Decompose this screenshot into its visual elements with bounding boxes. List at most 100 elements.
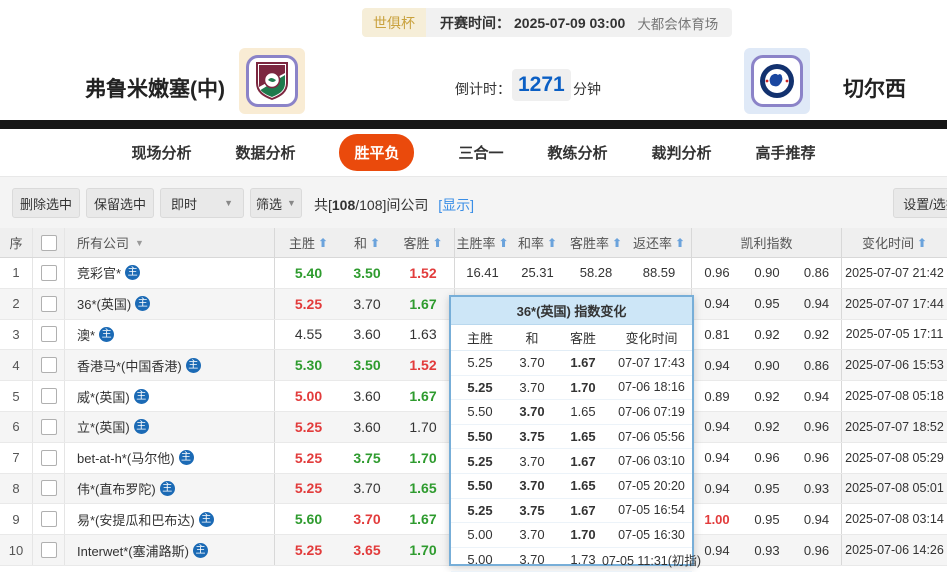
home-team-name: 弗鲁米嫩塞(中) — [85, 78, 225, 101]
company-name: 澳* — [77, 327, 96, 343]
kelly-away-value: 0.93 — [792, 473, 842, 504]
company-badge-icon: 主 — [125, 265, 141, 281]
row-checkbox[interactable] — [40, 357, 57, 374]
row-checkbox[interactable] — [40, 418, 57, 435]
header-return-rate[interactable]: 返还率 ⬆ — [627, 228, 692, 257]
company-cell[interactable]: 香港马*(中国香港) 主 — [65, 350, 275, 381]
popup-header-row: 主胜 和 客胜 变化时间 — [451, 325, 692, 351]
row-seq: 8 — [0, 473, 33, 504]
popup-away-odds: 1.70 — [570, 379, 596, 395]
nav-tab-教练分析[interactable]: 教练分析 — [548, 142, 608, 163]
popup-away-odds: 1.67 — [570, 355, 596, 371]
popup-draw-odds: 3.70 — [519, 355, 545, 371]
company-cell[interactable]: 36*(英国) 主 — [65, 288, 275, 319]
popup-away-odds: 1.65 — [570, 404, 596, 420]
company-cell[interactable]: bet-at-h*(马尔他) 主 — [65, 442, 275, 473]
popup-header-draw: 和 — [525, 331, 539, 346]
company-cell[interactable]: 立*(英国) 主 — [65, 411, 275, 442]
header-change-time[interactable]: 变化时间 ⬆ — [842, 228, 947, 257]
row-checkbox-cell — [33, 381, 65, 411]
kelly-draw-value: 0.92 — [754, 419, 780, 435]
home-odds-value: 4.55 — [294, 326, 323, 343]
row-checkbox[interactable] — [40, 511, 57, 528]
change-time-value: 2025-07-07 18:52 — [845, 419, 944, 434]
select-all-checkbox[interactable] — [40, 234, 57, 251]
popup-change-time: 07-06 05:56 — [618, 429, 685, 444]
sort-asc-icon: ⬆ — [317, 235, 329, 250]
header-draw-rate[interactable]: 和率 ⬆ — [510, 228, 565, 257]
company-name: 竞彩官* — [77, 266, 122, 282]
row-checkbox[interactable] — [40, 542, 57, 559]
odds-time-dropdown-label: 即时 — [171, 196, 198, 212]
home-odds-value: 5.60 — [294, 511, 323, 528]
home-odds-value: 5.25 — [294, 480, 323, 497]
kelly-home-value: 0.94 — [704, 419, 730, 435]
away-odds-value: 1.52 — [392, 258, 455, 288]
header-home-rate[interactable]: 主胜率 ⬆ — [455, 228, 510, 257]
popup-row: 5.50 3.75 1.65 07-06 05:56 — [451, 425, 692, 450]
popup-home-odds: 5.25 — [467, 379, 493, 395]
delete-selected-button[interactable]: 删除选中 — [12, 188, 80, 218]
row-seq: 4 — [0, 350, 33, 381]
popup-draw-odds: 3.70 — [519, 379, 545, 395]
row-checkbox[interactable] — [40, 480, 57, 497]
keep-selected-button[interactable]: 保留选中 — [86, 188, 154, 218]
filter-dropdown[interactable]: 筛选 ▼ — [250, 188, 302, 218]
company-cell[interactable]: 竞彩官* 主 — [65, 258, 275, 288]
company-cell[interactable]: 威*(英国) 主 — [65, 381, 275, 411]
company-cell[interactable]: 易*(安提瓜和巴布达) 主 — [65, 504, 275, 535]
row-seq: 5 — [0, 381, 33, 411]
company-cell[interactable]: 澳* 主 — [65, 319, 275, 350]
nav-tab-三合一[interactable]: 三合一 — [458, 142, 503, 163]
company-name: 立*(英国) — [77, 420, 130, 436]
row-checkbox[interactable] — [40, 449, 57, 466]
company-badge-icon: 主 — [178, 450, 194, 466]
away-crest-frame — [751, 55, 803, 107]
header-company[interactable]: 所有公司 ▼ — [65, 228, 275, 257]
show-link[interactable]: [显示] — [438, 197, 474, 213]
row-checkbox[interactable] — [40, 388, 57, 405]
popup-header-time: 变化时间 — [625, 331, 678, 346]
odds-time-dropdown[interactable]: 即时 ▼ — [160, 188, 244, 218]
header-away-rate-label: 客胜率 — [569, 236, 609, 251]
draw-odds-value: 3.50 — [353, 357, 381, 374]
change-time-value: 2025-07-07 17:44 — [845, 296, 944, 311]
row-checkbox[interactable] — [40, 264, 57, 281]
nav-tab-高手推荐[interactable]: 高手推荐 — [756, 142, 816, 163]
sort-asc-icon: ⬆ — [432, 235, 443, 250]
row-checkbox[interactable] — [40, 326, 57, 343]
header-home-odds[interactable]: 主胜 ⬆ — [275, 228, 342, 257]
header-away-odds[interactable]: 客胜 ⬆ — [392, 228, 455, 257]
change-time-value: 2025-07-06 15:53 — [845, 358, 944, 373]
header-kelly: 凯利指数 — [692, 228, 842, 257]
change-time-value: 2025-07-08 05:29 — [845, 450, 944, 465]
league-badge: 世俱杯 — [362, 8, 426, 37]
chevron-down-icon: ▼ — [287, 198, 296, 208]
nav-tab-现场分析[interactable]: 现场分析 — [131, 142, 191, 163]
popup-change-time: 07-05 16:30 — [618, 527, 685, 542]
popup-change-time: 07-05 11:31(初指) — [601, 554, 702, 569]
header-away-rate[interactable]: 客胜率 ⬆ — [565, 228, 627, 257]
nav-tab-胜平负[interactable]: 胜平负 — [339, 134, 415, 171]
company-count-suffix: /108]间公司 — [355, 197, 429, 213]
kelly-home-value: 0.94 — [704, 357, 730, 373]
row-checkbox[interactable] — [40, 295, 57, 312]
nav-top-divider — [0, 120, 947, 129]
company-cell[interactable]: 伟*(直布罗陀) 主 — [65, 473, 275, 504]
nav-tab-数据分析[interactable]: 数据分析 — [235, 142, 295, 163]
change-time-value: 2025-07-07 21:42 — [845, 265, 944, 280]
popup-change-time: 07-05 16:54 — [618, 503, 685, 518]
chevron-down-icon: ▼ — [135, 237, 144, 248]
home-crest-frame — [246, 55, 298, 107]
kelly-away-value: 0.92 — [792, 319, 842, 350]
company-cell[interactable]: Interwet*(塞浦路斯) 主 — [65, 535, 275, 565]
company-name: 伟*(直布罗陀) — [77, 481, 156, 497]
settings-select-button[interactable]: 设置/选择 — [893, 188, 947, 218]
nav-tab-裁判分析[interactable]: 裁判分析 — [652, 142, 712, 163]
odds-table-header: 序 所有公司 ▼ 主胜 ⬆ 和 ⬆ 客胜 ⬆ 主胜率 ⬆ 和率 ⬆ 客胜率 ⬆ 返还率 ⬆ 凯利… — [0, 228, 947, 258]
draw-odds-value: 3.60 — [353, 418, 381, 435]
row-seq: 6 — [0, 411, 33, 442]
header-draw-odds[interactable]: 和 ⬆ — [342, 228, 392, 257]
popup-home-odds: 5.00 — [467, 552, 493, 568]
popup-away-odds: 1.65 — [570, 429, 596, 445]
